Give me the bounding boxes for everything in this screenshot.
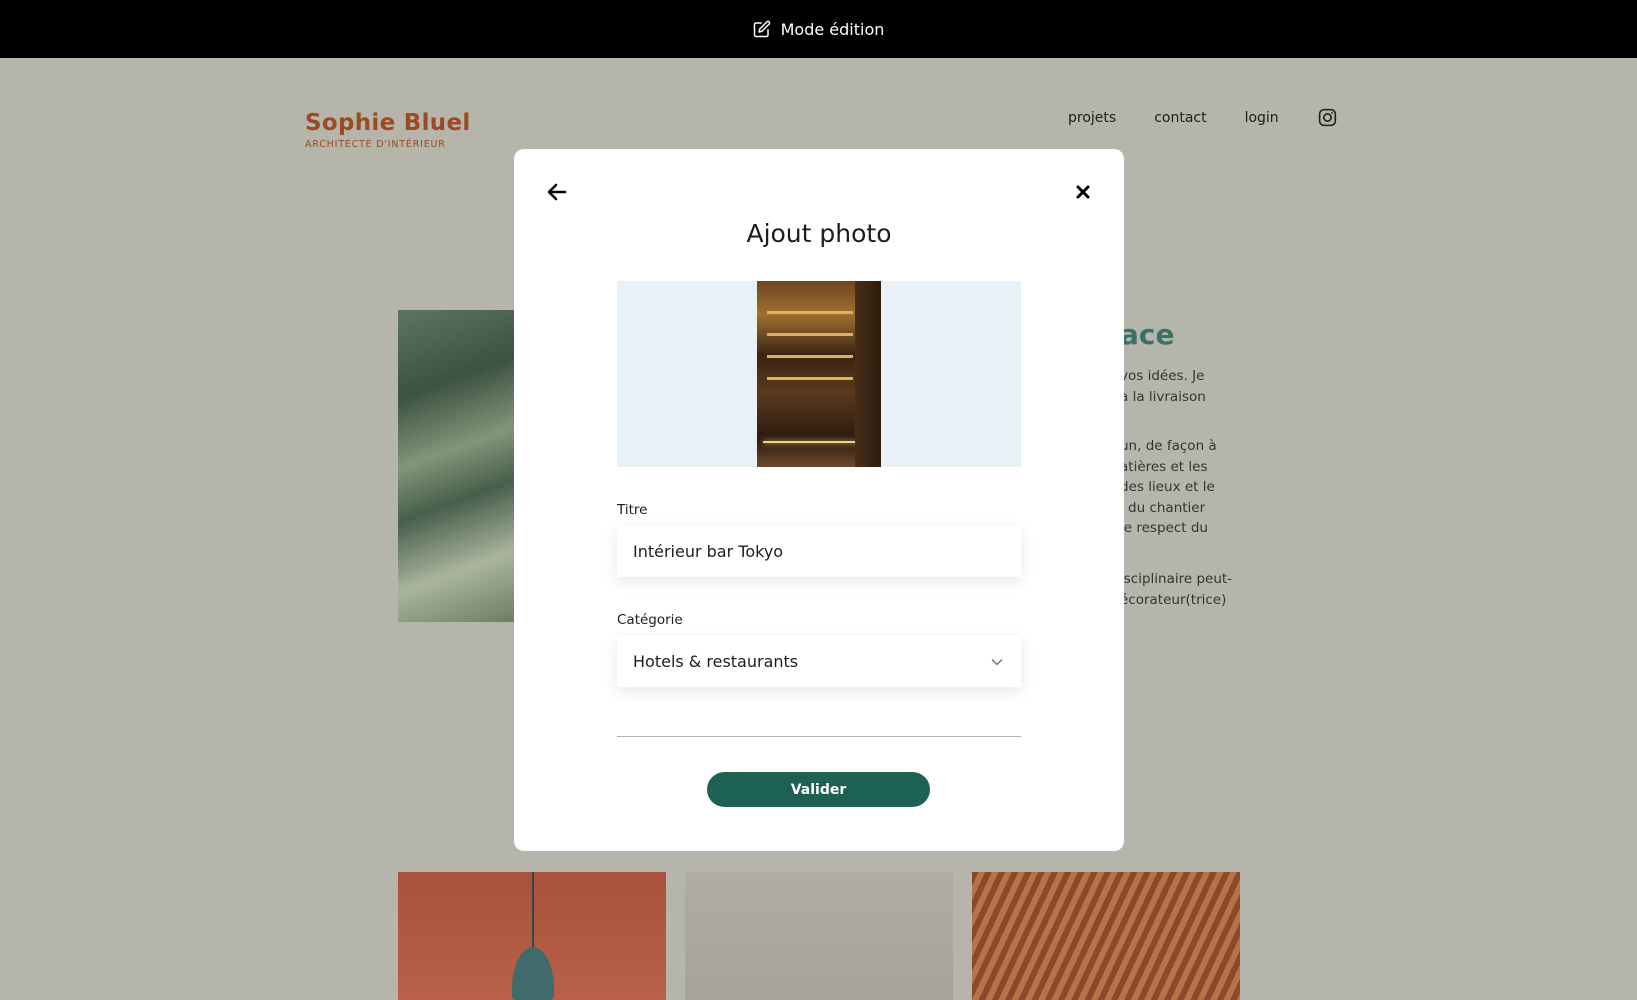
category-select-value: Hotels & restaurants: [633, 652, 799, 671]
nav-projets[interactable]: projets: [1068, 110, 1116, 126]
lamp-cord: [532, 872, 534, 952]
introduction-text-2: un, de façon à atières et les des lieux …: [1120, 438, 1217, 536]
introduction-text-3: isciplinaire peut- écorateur(trice): [1120, 571, 1233, 608]
lamp-shade: [512, 947, 554, 1000]
close-icon: [1076, 185, 1090, 199]
nav-login[interactable]: login: [1245, 110, 1279, 126]
edit-icon: [753, 20, 770, 38]
gallery-item: [972, 872, 1240, 1000]
gallery-item: [685, 872, 953, 1000]
title-input-value: Intérieur bar Tokyo: [633, 542, 784, 561]
arrow-left-icon: [547, 183, 567, 201]
instagram-icon[interactable]: [1317, 107, 1338, 128]
modal-divider: [617, 736, 1021, 737]
introduction-title: ace: [1120, 318, 1175, 351]
shelf: [767, 311, 853, 314]
title-input[interactable]: Intérieur bar Tokyo: [617, 526, 1021, 577]
logo-name: Sophie Bluel: [305, 110, 471, 136]
gallery-item: [398, 872, 666, 1000]
main-nav: projets contact login: [1068, 107, 1338, 128]
wall: [855, 281, 881, 467]
logo[interactable]: Sophie Bluel ARCHITECTE D'INTÉRIEUR: [305, 110, 471, 150]
validate-button[interactable]: Valider: [707, 772, 930, 807]
introduction-text-1: vos idées. Je à la livraison: [1120, 368, 1206, 405]
nav-contact[interactable]: contact: [1154, 110, 1206, 126]
counter-light: [763, 441, 863, 443]
chevron-down-icon: [991, 658, 1003, 665]
preview-image: [757, 281, 881, 467]
photo-preview-area[interactable]: [617, 281, 1021, 467]
edit-mode-label: Mode édition: [780, 19, 885, 39]
add-photo-modal: Ajout photo Titre Intérieur bar Tokyo Ca…: [514, 149, 1124, 851]
back-button[interactable]: [542, 177, 572, 207]
category-label: Catégorie: [617, 612, 683, 628]
modal-title: Ajout photo: [746, 219, 892, 248]
introduction-photo: [398, 310, 514, 622]
close-button[interactable]: [1068, 177, 1098, 207]
shelf: [767, 355, 853, 358]
shelf: [767, 333, 853, 336]
title-label: Titre: [617, 502, 648, 518]
edit-mode-bar: Mode édition: [0, 0, 1637, 58]
shelf: [767, 377, 853, 380]
category-select[interactable]: Hotels & restaurants: [617, 636, 1021, 687]
logo-subtitle: ARCHITECTE D'INTÉRIEUR: [305, 139, 446, 150]
